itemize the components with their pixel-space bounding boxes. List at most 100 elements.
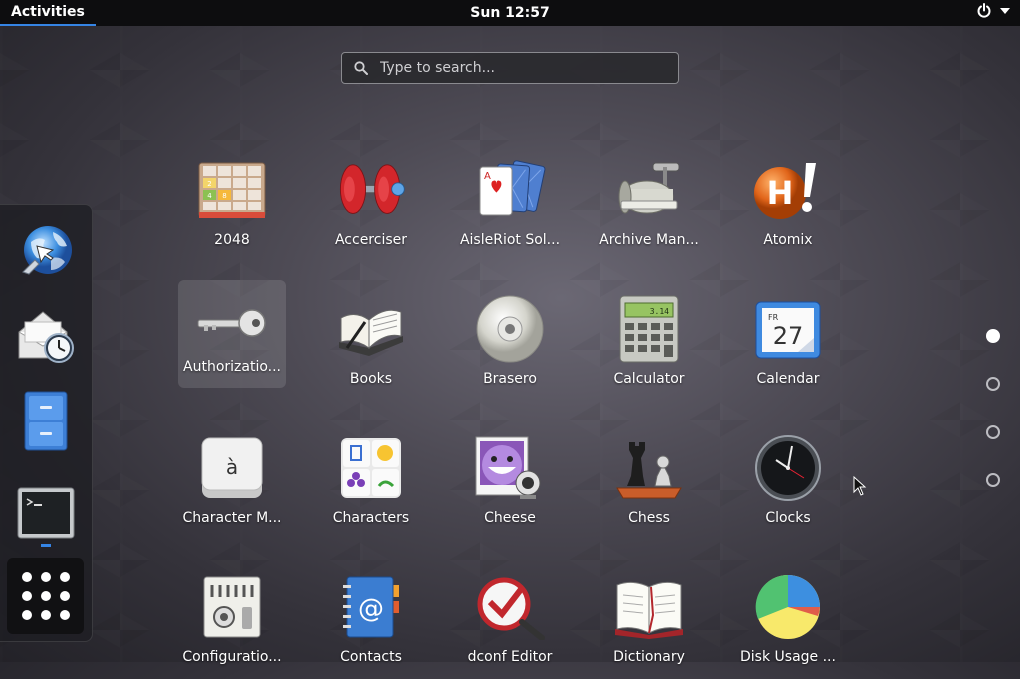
app-disk-usage[interactable]: Disk Usage ... — [734, 571, 842, 679]
page-indicator-1[interactable] — [986, 329, 1000, 343]
app-label: Clocks — [765, 510, 811, 526]
page-indicator-2[interactable] — [986, 377, 1000, 391]
book-icon — [335, 293, 407, 365]
app-label: Configuratio... — [182, 649, 282, 665]
app-label: Contacts — [340, 649, 402, 665]
search-input[interactable] — [378, 59, 672, 77]
running-indicator — [41, 544, 51, 547]
app-label: Brasero — [483, 371, 537, 387]
keycap-char: à — [226, 455, 238, 479]
app-label: Calculator — [613, 371, 685, 387]
app-label: Calendar — [756, 371, 820, 387]
page-indicator-3[interactable] — [986, 425, 1000, 439]
app-chess[interactable]: Chess — [595, 432, 703, 540]
app-label: Character M... — [182, 510, 282, 526]
app-label: Characters — [332, 510, 410, 526]
dash-item-mail-scheduler[interactable] — [14, 303, 78, 367]
app-dconf-editor[interactable]: dconf Editor — [456, 571, 564, 679]
configuration-icon — [196, 571, 268, 643]
show-applications-button[interactable] — [7, 558, 84, 634]
globe-icon — [22, 226, 72, 275]
activities-button[interactable]: Activities — [0, 0, 96, 26]
grid-dot — [21, 572, 32, 582]
calculator-display: 3.14 — [650, 307, 669, 316]
calendar-icon: FR 27 — [752, 293, 824, 365]
app-2048[interactable]: 2 4 8 2048 — [178, 154, 286, 262]
clock-icon — [752, 432, 824, 504]
system-menu[interactable] — [976, 3, 1010, 19]
grid-dot — [21, 610, 32, 620]
chess-icon — [613, 432, 685, 504]
calculator-icon: 3.14 — [613, 293, 685, 365]
power-icon — [977, 3, 991, 18]
disk-usage-chart-icon — [752, 571, 824, 643]
app-label: Cheese — [484, 510, 536, 526]
app-character-map[interactable]: à Character M... — [178, 432, 286, 540]
grid-dot — [40, 572, 51, 582]
app-label: Disk Usage ... — [740, 649, 836, 665]
tile-4: 4 — [207, 192, 212, 200]
dictionary-icon — [613, 571, 685, 643]
app-label: Accerciser — [334, 232, 408, 248]
accerciser-icon — [335, 154, 407, 226]
dash-item-web-browser[interactable] — [14, 219, 78, 283]
app-label: Atomix — [763, 232, 813, 248]
svg-text:H: H — [767, 174, 794, 212]
key-icon — [196, 293, 268, 353]
dash-item-file-manager[interactable] — [14, 389, 78, 453]
dash-item-terminal[interactable] — [14, 481, 78, 545]
2048-icon: 2 4 8 — [196, 154, 268, 226]
app-brasero[interactable]: Brasero — [456, 293, 564, 401]
app-clocks[interactable]: Clocks — [734, 432, 842, 540]
keycap-icon: à — [196, 432, 268, 504]
app-configuration[interactable]: Configuratio... — [178, 571, 286, 679]
tile-2: 2 — [207, 180, 211, 188]
app-aisleriot[interactable]: A AisleRiot Sol... — [456, 154, 564, 262]
app-archive-manager[interactable]: Archive Man... — [595, 154, 703, 262]
app-label: Dictionary — [613, 649, 685, 665]
grid-dot — [59, 610, 70, 620]
svg-text:A: A — [484, 171, 491, 182]
app-cheese[interactable]: Cheese — [456, 432, 564, 540]
app-contacts[interactable]: @ Contacts — [317, 571, 425, 679]
app-characters[interactable]: Characters — [317, 432, 425, 540]
clock-button[interactable]: Sun 12:57 — [470, 5, 549, 21]
archive-roller-icon — [613, 154, 685, 226]
page-indicator-4[interactable] — [986, 473, 1000, 487]
app-dictionary[interactable]: Dictionary — [595, 571, 703, 679]
grid-dot — [59, 591, 70, 601]
address-book-icon: @ — [335, 571, 407, 643]
cheese-icon — [474, 432, 546, 504]
chevron-down-icon — [1000, 8, 1010, 14]
app-books[interactable]: Books — [317, 293, 425, 401]
atomix-icon: H — [752, 154, 824, 226]
disc-icon — [474, 293, 546, 365]
app-label: Books — [349, 371, 393, 387]
app-calculator[interactable]: 3.14 Calculator — [595, 293, 703, 401]
dash — [0, 204, 93, 642]
search-box[interactable] — [341, 52, 679, 84]
top-bar: Activities Sun 12:57 — [0, 0, 1020, 26]
grid-dot — [40, 610, 51, 620]
app-accerciser[interactable]: Accerciser — [317, 154, 425, 262]
app-label: 2048 — [214, 232, 250, 248]
grid-dot — [40, 591, 51, 601]
search-icon — [354, 61, 368, 75]
app-calendar[interactable]: FR 27 Calendar — [734, 293, 842, 401]
cards-icon: A — [474, 154, 546, 226]
mouse-cursor-icon — [853, 476, 867, 496]
app-label: AisleRiot Sol... — [459, 232, 561, 248]
terminal-icon — [17, 487, 75, 539]
tile-8: 8 — [222, 192, 226, 200]
svg-text:@: @ — [358, 594, 384, 624]
app-label: Archive Man... — [599, 232, 699, 248]
mail-clock-icon — [18, 311, 74, 363]
calendar-month: FR — [768, 313, 779, 322]
calendar-day: 27 — [773, 322, 804, 350]
clock: Sun 12:57 — [0, 5, 1020, 21]
app-authorization[interactable]: Authorizatio... — [178, 280, 286, 388]
grid-dot — [21, 591, 32, 601]
dconf-icon — [474, 571, 546, 643]
app-label: Chess — [628, 510, 670, 526]
app-atomix[interactable]: H Atomix — [734, 154, 842, 262]
